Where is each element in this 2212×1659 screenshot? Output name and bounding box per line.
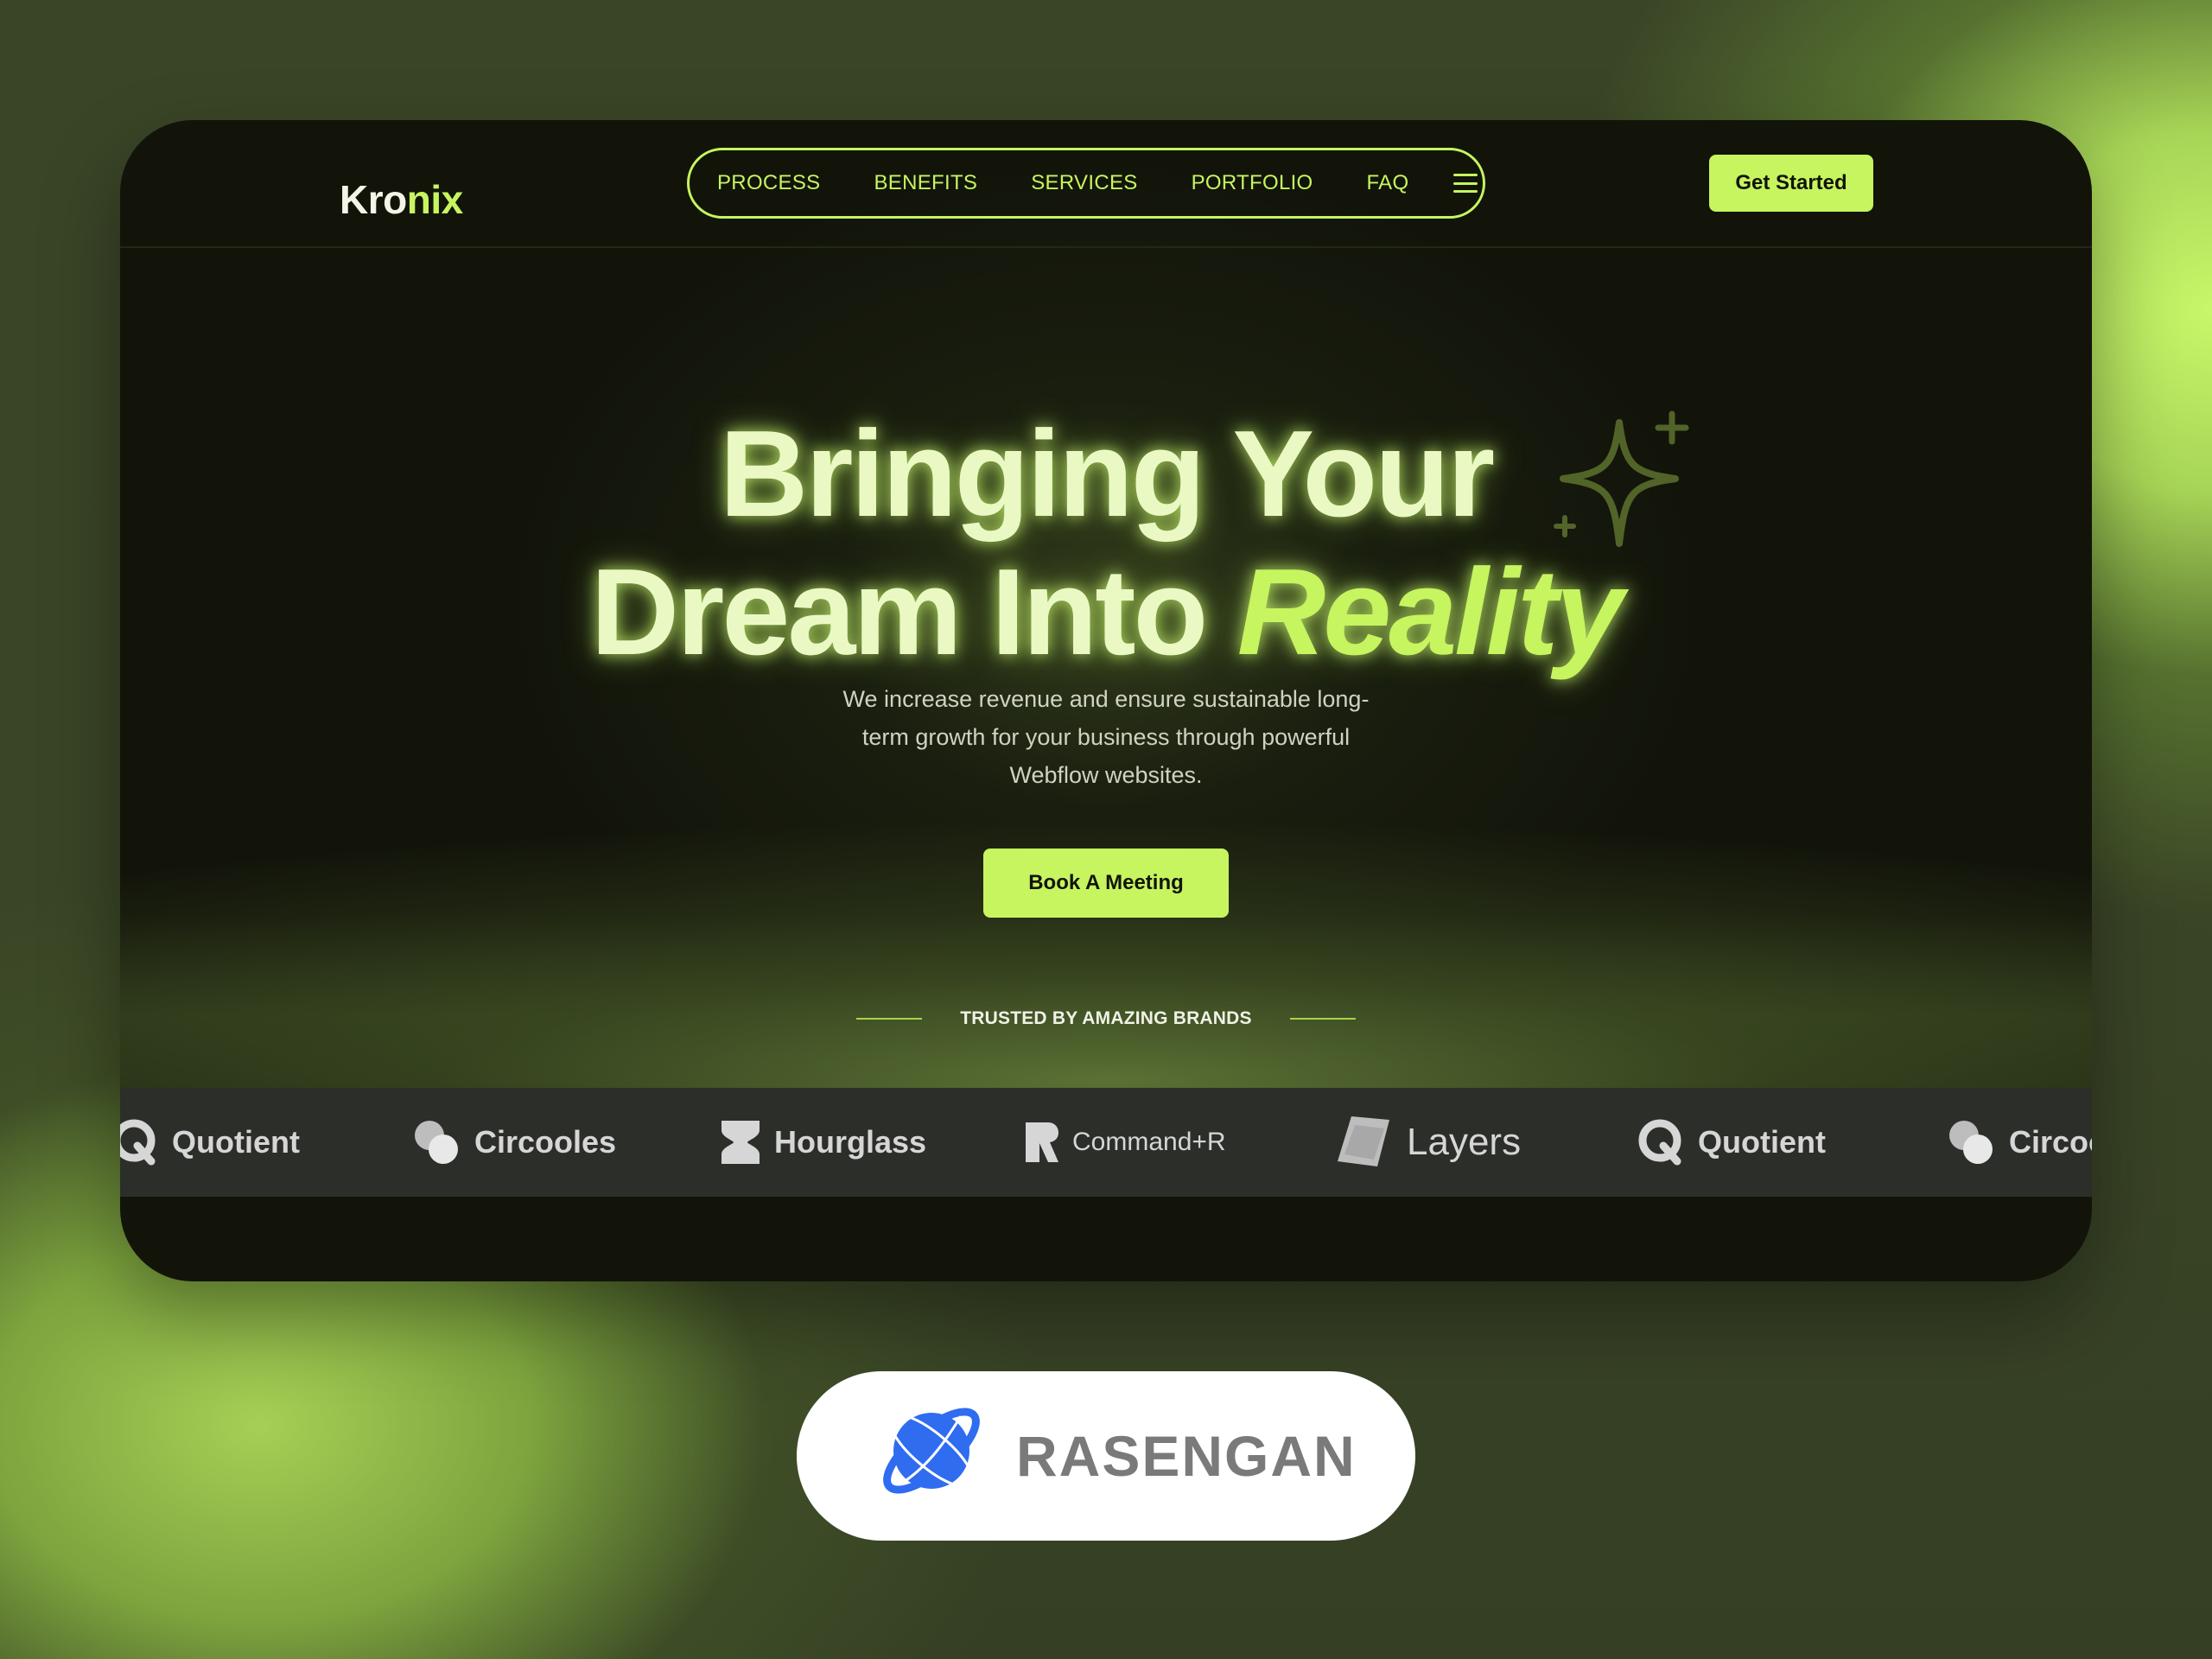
brand-logo-strip: Quotient Circooles Hourglass Command+R L…	[120, 1088, 2092, 1197]
brand-name: Circooles	[2009, 1124, 2092, 1160]
brand-command-r: Command+R	[1024, 1088, 1226, 1197]
logo[interactable]: Kronix	[340, 165, 463, 234]
brand-hourglass: Hourglass	[719, 1088, 926, 1197]
brand-quotient-2: Quotient	[1637, 1088, 1826, 1197]
brand-circooles-2: Circooles	[1945, 1088, 2092, 1197]
brand-name: Quotient	[172, 1124, 300, 1160]
nav-faq[interactable]: FAQ	[1367, 171, 1409, 195]
rasengan-wordmark: RASENGAN	[1016, 1424, 1357, 1488]
brand-name: Circooles	[474, 1124, 617, 1160]
get-started-button[interactable]: Get Started	[1709, 155, 1873, 212]
trusted-rule-left	[856, 1018, 923, 1020]
brand-layers: Layers	[1332, 1088, 1521, 1197]
trusted-heading: TRUSTED BY AMAZING BRANDS	[120, 1001, 2092, 1036]
brand-name: Hourglass	[774, 1124, 927, 1160]
main-nav: PROCESS BENEFITS SERVICES PORTFOLIO FAQ	[687, 148, 1485, 219]
rasengan-badge: RASENGAN	[797, 1371, 1415, 1541]
hamburger-menu-icon[interactable]	[1453, 174, 1478, 193]
headline-line-1: Bringing Your	[719, 405, 1495, 543]
circooles-logo-icon	[1949, 1121, 1993, 1164]
nav-portfolio[interactable]: PORTFOLIO	[1192, 171, 1313, 195]
headline-line-2-main: Dream Into	[590, 543, 1209, 681]
command-r-logo-icon	[1026, 1122, 1058, 1162]
hourglass-logo-icon	[721, 1121, 760, 1164]
nav-divider	[120, 246, 2092, 248]
nav-benefits[interactable]: BENEFITS	[874, 171, 977, 195]
trusted-rule-right	[1289, 1018, 1356, 1020]
nav-process[interactable]: PROCESS	[717, 171, 820, 195]
hero-subtitle: We increase revenue and ensure sustainab…	[842, 686, 1370, 788]
trusted-label: TRUSTED BY AMAZING BRANDS	[960, 1008, 1252, 1028]
website-card: Kronix PROCESS BENEFITS SERVICES PORTFOL…	[120, 120, 2092, 1281]
rasengan-logo-icon	[883, 1408, 980, 1494]
layers-logo-icon	[1338, 1116, 1389, 1166]
nav-services[interactable]: SERVICES	[1031, 171, 1137, 195]
circooles-logo-icon	[415, 1121, 458, 1164]
logo-text-accent: nix	[406, 177, 463, 222]
brand-circooles: Circooles	[410, 1088, 616, 1197]
brand-name: Layers	[1407, 1121, 1522, 1163]
book-meeting-button[interactable]: Book A Meeting	[983, 849, 1229, 918]
brand-name: Quotient	[1698, 1124, 1826, 1160]
quotient-logo-icon	[1638, 1119, 1681, 1166]
headline-accent-word: Reality	[1236, 543, 1624, 681]
headline-line-2: Dream Into Reality	[120, 543, 2092, 682]
sparkle-icon	[1554, 410, 1689, 547]
logo-text-main: Kro	[340, 177, 407, 222]
brand-name: Command+R	[1072, 1128, 1226, 1156]
brand-quotient: Quotient	[120, 1088, 300, 1197]
quotient-logo-icon	[120, 1119, 156, 1166]
